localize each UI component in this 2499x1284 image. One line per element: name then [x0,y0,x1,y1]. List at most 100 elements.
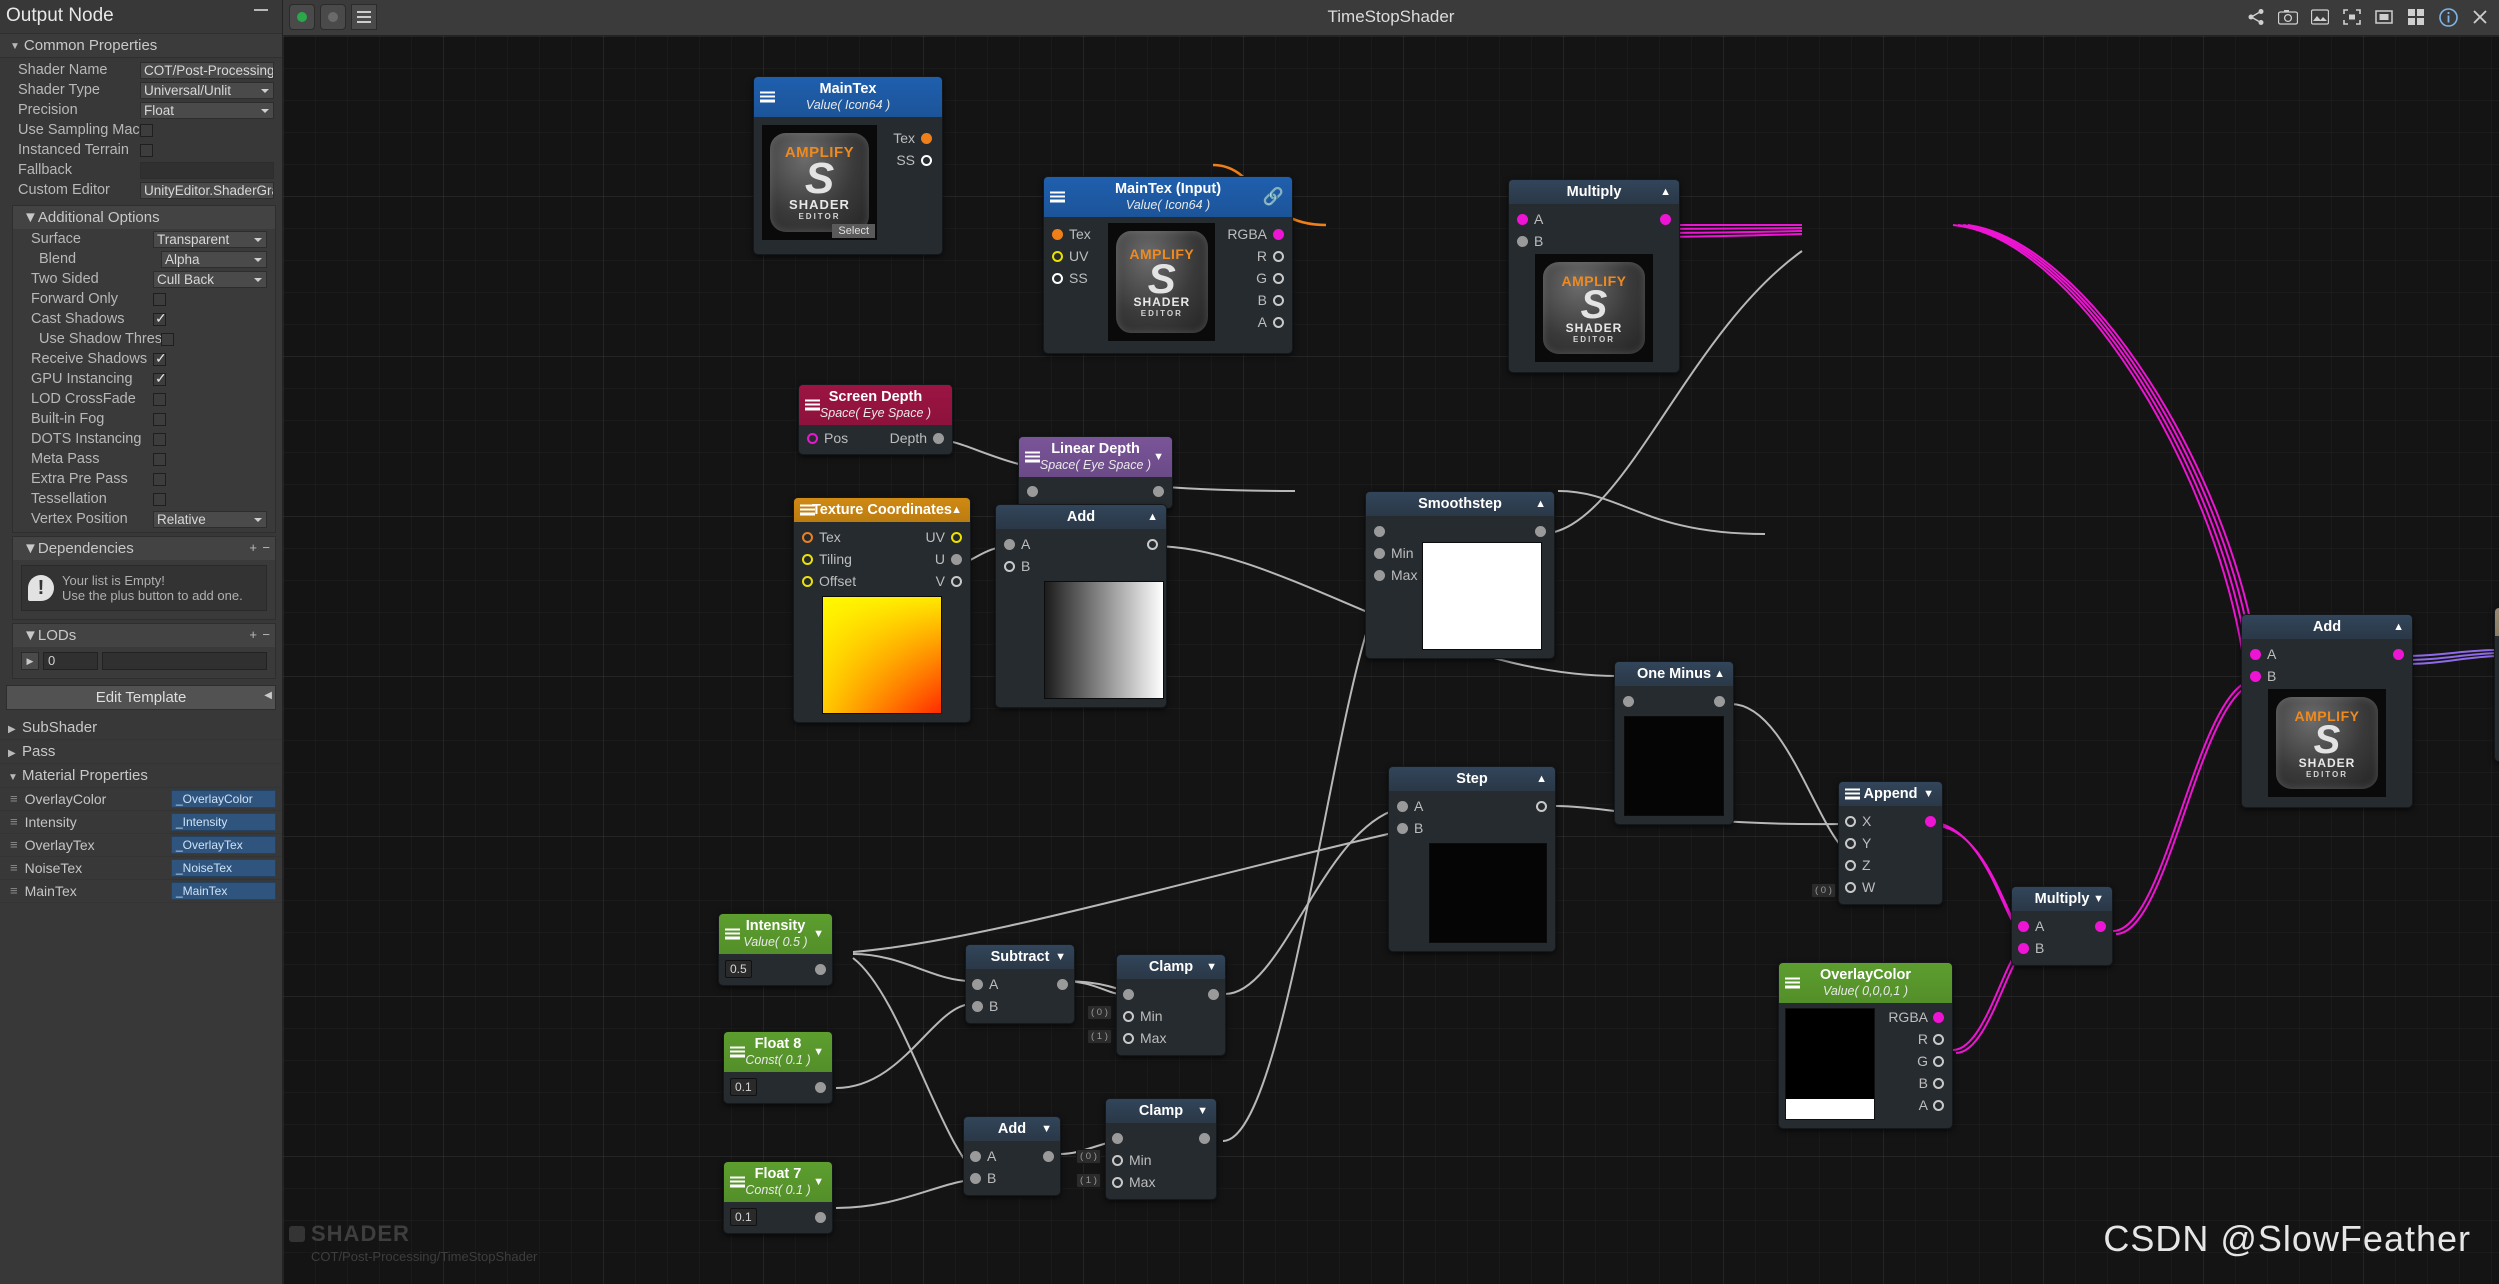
output-port-b[interactable] [1273,294,1284,306]
checkbox-built-in-fog[interactable] [153,412,166,426]
material-property-value[interactable]: _NoiseTex [171,859,276,877]
input-port[interactable] [1123,988,1134,1000]
node-header[interactable]: Step ▲ [1389,767,1555,791]
input-port-tiling[interactable] [802,553,813,565]
collapse-icon[interactable]: ▲ [1536,771,1547,787]
add-dependency-button[interactable]: + [249,540,257,555]
output-port-u[interactable] [951,553,962,565]
collapse-icon[interactable]: ▲ [1535,496,1546,512]
output-port[interactable] [815,1211,826,1223]
tree-row-pass[interactable]: ▶ Pass [0,740,282,764]
node-header[interactable]: Append ▼ [1839,782,1942,806]
node-linear-depth[interactable]: Linear Depth Space( Eye Space ) ▼ [1018,436,1173,509]
input-port-ss[interactable] [1052,272,1063,284]
node-float8[interactable]: Float 8 Const( 0.1 ) ▼ 0.1 [723,1031,833,1104]
node-header[interactable]: Screen Depth Space( Eye Space ) [799,385,952,425]
float7-value-field[interactable]: 0.1 [730,1208,757,1226]
output-port[interactable] [1043,1150,1054,1162]
lod-index[interactable]: 0 [43,652,98,670]
checkbox-use-sampling-mac[interactable] [140,123,153,137]
output-port-a[interactable] [1273,316,1284,328]
output-port[interactable] [815,1081,826,1093]
output-port-rgba[interactable] [1273,228,1284,240]
node-header[interactable]: Float 7 Const( 0.1 ) ▼ [724,1162,832,1202]
output-port-r[interactable] [1933,1033,1944,1045]
expand-icon[interactable]: ▼ [1153,449,1164,465]
foldout-additional-options[interactable]: ▼Additional Options [13,206,275,229]
drag-handle-icon[interactable]: ≡ [10,815,18,828]
input-port-x[interactable] [1845,815,1856,827]
menu-icon[interactable] [730,1046,745,1058]
node-header[interactable]: Smoothstep ▲ [1366,492,1554,516]
node-float7[interactable]: Float 7 Const( 0.1 ) ▼ 0.1 [723,1161,833,1234]
grid-icon[interactable] [2405,6,2427,28]
node-one-minus[interactable]: One Minus ▲ [1614,661,1734,825]
input-port[interactable] [1112,1132,1123,1144]
node-clamp-low[interactable]: Clamp ▼ Min Max ( 0 ) ( 1 ) [1076,1098,1217,1200]
node-multiply-low[interactable]: Multiply ▼ A B [2011,886,2113,966]
remove-lod-button[interactable]: − [262,627,270,642]
expand-icon[interactable]: ▼ [1197,1103,1208,1119]
output-port-b[interactable] [1933,1077,1944,1089]
input-port-min[interactable] [1374,547,1385,559]
node-add-low[interactable]: Add ▼ A B [963,1116,1061,1196]
expand-icon[interactable]: ▼ [1055,949,1066,965]
expand-icon[interactable]: ▼ [1041,1121,1052,1137]
input-port-max[interactable] [1123,1032,1134,1044]
node-clamp-top[interactable]: Clamp ▼ Min Max ( 0 ) ( 1 ) [1087,954,1226,1056]
material-property-row[interactable]: ≡ OverlayTex _OverlayTex [0,834,282,857]
tree-row-subshader[interactable]: ▶ SubShader [0,716,282,740]
node-header[interactable]: Float 8 Const( 0.1 ) ▼ [724,1032,832,1072]
output-port-a[interactable] [1933,1099,1944,1111]
expand-icon[interactable]: ▼ [813,1044,824,1060]
node-subtract[interactable]: Subtract ▼ A B [965,944,1075,1024]
node-maintex[interactable]: MainTex Value( Icon64 ) AMPLIFY S SHADER… [753,76,943,255]
lod-field[interactable] [102,652,267,670]
node-header[interactable]: OverlayColor Value( 0,0,0,1 ) [1779,963,1952,1003]
menu-icon[interactable] [805,399,820,411]
menu-icon[interactable] [1050,191,1065,203]
dropdown-vertex-position[interactable]: Relative [153,510,267,528]
menu-icon[interactable] [800,504,815,516]
output-port-tex[interactable] [921,132,932,144]
collapse-icon[interactable]: ▲ [2393,619,2404,635]
node-smoothstep[interactable]: Smoothstep ▲ Min Max [1365,491,1555,659]
foldout-lods[interactable]: ▼LODs + − [13,624,275,647]
checkbox-instanced-terrain[interactable] [140,143,153,157]
checkbox-receive-shadows[interactable] [153,350,167,367]
dropdown-shader-type[interactable]: Universal/Unlit [140,81,274,99]
output-port[interactable] [1535,525,1546,537]
node-texture-coordinates[interactable]: Texture Coordinates ▲ Tex UV Tiling U Of… [793,497,971,723]
input-port[interactable] [1027,485,1038,497]
input-port-max[interactable] [1374,569,1385,581]
input-port-b[interactable] [1004,560,1015,572]
output-port[interactable] [815,963,826,975]
camera-icon[interactable] [2277,6,2299,28]
menu-icon[interactable] [760,91,775,103]
output-port-depth[interactable] [933,432,944,444]
output-port-rgba[interactable] [1933,1011,1944,1023]
output-port[interactable] [1714,695,1725,707]
output-port-g[interactable] [1273,272,1284,284]
field-shader-name[interactable]: COT/Post-Processing/Tim [140,61,274,79]
output-port[interactable] [1208,988,1219,1000]
material-property-value[interactable]: _MainTex [171,882,276,900]
node-header[interactable]: MainTex (Input) Value( Icon64 ) 🔗 [1044,177,1292,217]
input-port-a[interactable] [1004,538,1015,550]
checkbox-tessellation[interactable] [153,492,166,506]
node-append[interactable]: Append ▼ X Y Z W ( 0 ) [1811,781,1943,905]
expand-icon[interactable]: ▼ [1923,786,1934,802]
drag-handle-icon[interactable]: ≡ [10,861,18,874]
input-port-offset[interactable] [802,575,813,587]
dropdown-two-sided[interactable]: Cull Back [153,270,267,288]
checkbox-use-shadow-thres[interactable] [161,332,174,346]
node-header[interactable]: Multiply ▲ [1509,180,1679,204]
output-port-g[interactable] [1933,1055,1944,1067]
input-port-z[interactable] [1845,859,1856,871]
input-port-b[interactable] [970,1172,981,1184]
foldout-dependencies[interactable]: ▼Dependencies + − [13,537,275,560]
node-step[interactable]: Step ▲ A B [1388,766,1556,952]
checkbox-extra-pre-pass[interactable] [153,472,166,486]
menu-icon[interactable] [730,1176,745,1188]
input-port-a[interactable] [970,1150,981,1162]
